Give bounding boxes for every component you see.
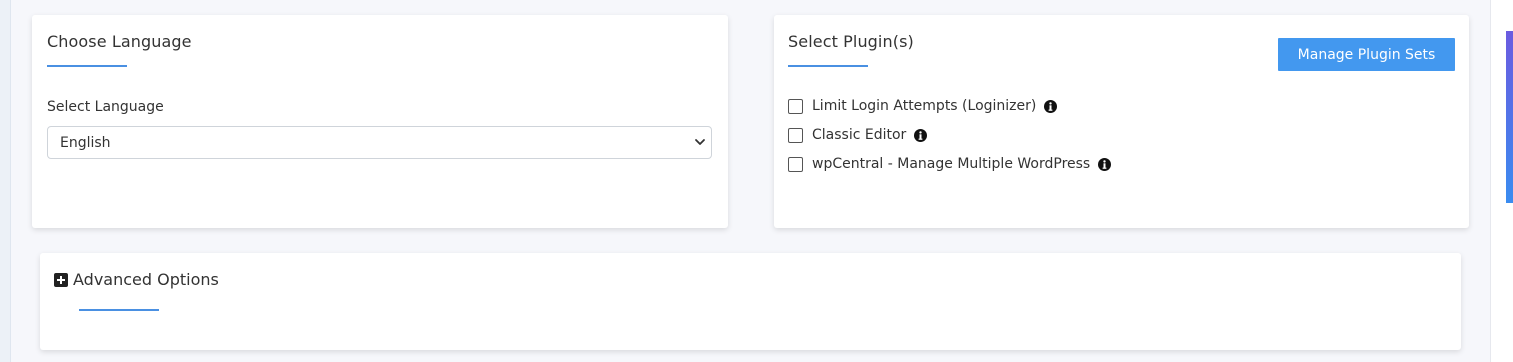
title-underline (788, 65, 868, 67)
plugin-label: wpCentral - Manage Multiple WordPress (812, 156, 1091, 172)
plugin-checkbox[interactable] (788, 98, 803, 114)
language-select-value: English (60, 135, 111, 151)
left-border (0, 0, 11, 362)
plugin-label: Classic Editor (812, 127, 907, 143)
advanced-options-toggle[interactable]: Advanced Options (54, 270, 219, 289)
choose-language-title: Choose Language (47, 32, 192, 51)
info-circle-icon[interactable] (914, 128, 928, 142)
plugin-item: Limit Login Attempts (Loginizer) (788, 96, 1058, 116)
choose-language-card: Choose Language Select Language English (32, 15, 728, 228)
plugin-checkbox[interactable] (788, 156, 803, 172)
advanced-options-title: Advanced Options (73, 270, 219, 289)
plugin-label: Limit Login Attempts (Loginizer) (812, 98, 1037, 114)
plugin-checkbox[interactable] (788, 127, 803, 143)
plus-square-icon (54, 272, 68, 287)
language-select[interactable]: English (47, 126, 712, 159)
select-plugins-card: Select Plugin(s) Manage Plugin Sets Limi… (774, 15, 1469, 228)
select-language-label: Select Language (47, 99, 164, 115)
title-underline (79, 309, 159, 311)
info-circle-icon[interactable] (1044, 99, 1058, 113)
info-circle-icon[interactable] (1098, 157, 1112, 171)
select-plugins-title: Select Plugin(s) (788, 32, 914, 51)
title-underline (47, 65, 127, 67)
scrollbar-thumb[interactable] (1506, 31, 1513, 203)
chevron-down-icon (695, 139, 705, 145)
advanced-options-card: Advanced Options (40, 253, 1461, 350)
plugin-item: Classic Editor (788, 125, 928, 145)
page: Choose Language Select Language English … (0, 0, 1513, 362)
plugin-item: wpCentral - Manage Multiple WordPress (788, 154, 1112, 174)
scrollbar[interactable] (1490, 0, 1513, 362)
manage-plugin-sets-button[interactable]: Manage Plugin Sets (1278, 38, 1455, 71)
